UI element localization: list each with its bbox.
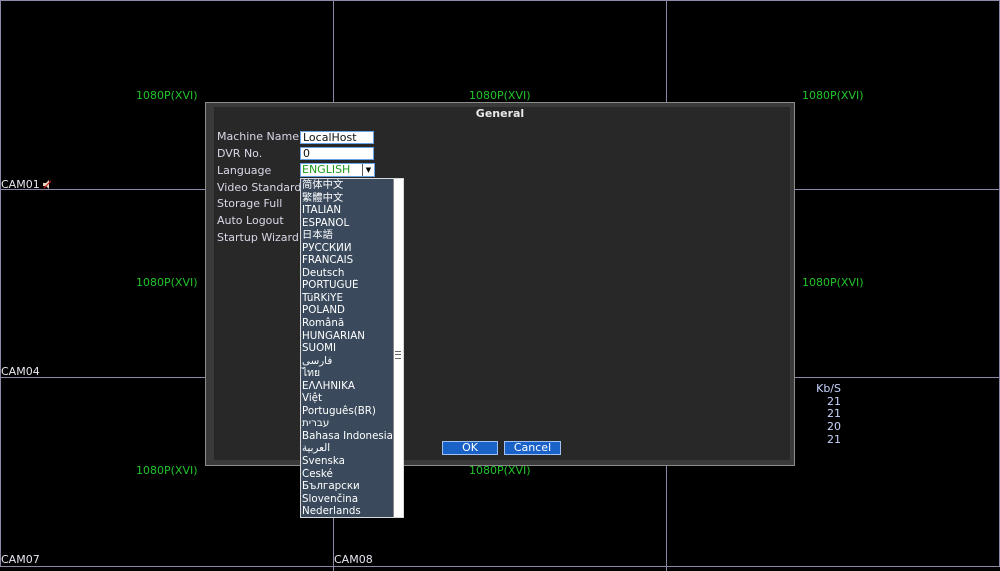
channel-resolution: 1080P(XVI) — [469, 89, 531, 102]
language-option[interactable]: ΕΛΛΗΝΙΚΑ — [301, 380, 394, 393]
language-selected-value: ENGLISH — [302, 163, 351, 176]
machine-name-label: Machine Name — [217, 130, 299, 143]
language-option[interactable]: 简体中文 — [301, 179, 394, 192]
camera-label-cam07: CAM07 — [1, 553, 40, 566]
language-dropdown[interactable]: 简体中文 繁體中文 ITALIAN ESPAÑOL 日本語 РУССКИЙ FRANCAIS… — [300, 178, 404, 518]
general-dialog: General — [205, 102, 795, 466]
dialog-title: General — [475, 107, 525, 120]
language-option[interactable]: České — [301, 468, 394, 481]
bitrate-panel: Kb/S 21 21 20 21 — [816, 382, 841, 447]
language-option[interactable]: Română — [301, 317, 394, 330]
bitrate-header: Kb/S — [816, 382, 841, 395]
camera-label-cam04: CAM04 — [1, 365, 40, 378]
language-option[interactable]: POLAND — [301, 304, 394, 317]
storage-full-label: Storage Full — [217, 197, 283, 210]
language-option[interactable]: Slovenčina — [301, 493, 394, 506]
language-option[interactable]: TüRKiYE — [301, 292, 394, 305]
machine-name-input[interactable]: LocalHost — [300, 131, 374, 144]
language-option[interactable]: Việt — [301, 392, 394, 405]
video-standard-label: Video Standard — [217, 181, 302, 194]
ok-button[interactable]: OK — [442, 441, 498, 455]
channel-resolution: 1080P(XVI) — [802, 89, 864, 102]
language-option[interactable]: ไทย — [301, 367, 394, 380]
language-option[interactable]: Nederlands — [301, 505, 394, 518]
language-option[interactable]: العربية — [301, 442, 394, 455]
language-select[interactable]: ENGLISH ▼ — [300, 163, 375, 177]
language-option[interactable]: HUNGARIAN — [301, 330, 394, 343]
language-option[interactable]: FRANCAIS — [301, 254, 394, 267]
chevron-down-icon[interactable]: ▼ — [362, 164, 374, 176]
language-option[interactable]: РУССКИЙ — [301, 242, 394, 255]
language-option[interactable]: PORTUGUÊ — [301, 279, 394, 292]
dropdown-scrollbar[interactable] — [393, 179, 403, 517]
language-option[interactable]: Български — [301, 480, 394, 493]
cancel-button[interactable]: Cancel — [504, 441, 561, 455]
language-option[interactable]: 繁體中文 — [301, 192, 394, 205]
mute-audio-icon — [42, 180, 52, 189]
channel-resolution: 1080P(XVI) — [136, 89, 198, 102]
language-option[interactable]: Deutsch — [301, 267, 394, 280]
language-option[interactable]: עברית — [301, 417, 394, 430]
scrollbar-thumb[interactable] — [395, 351, 401, 359]
language-options-list: 简体中文 繁體中文 ITALIAN ESPAÑOL 日本語 РУССКИЙ FRANCAIS… — [301, 179, 394, 518]
camera-name: CAM01 — [1, 178, 40, 191]
dvr-no-label: DVR No. — [217, 147, 263, 160]
camera-label-cam01: CAM01 — [1, 178, 52, 191]
language-option[interactable]: ITALIAN — [301, 204, 394, 217]
channel-resolution: 1080P(XVI) — [136, 276, 198, 289]
bitrate-value: 20 — [827, 420, 841, 434]
camera-label-cam08: CAM08 — [334, 553, 373, 566]
language-option[interactable]: فارسی — [301, 355, 394, 368]
language-label: Language — [217, 164, 272, 177]
language-option[interactable]: Português(BR) — [301, 405, 394, 418]
dvr-no-input[interactable]: 0 — [300, 147, 374, 160]
channel-resolution: 1080P(XVI) — [802, 276, 864, 289]
startup-wizard-label: Startup Wizard — [217, 231, 299, 244]
channel-resolution: 1080P(XVI) — [136, 464, 198, 477]
language-option[interactable]: 日本語 — [301, 229, 394, 242]
language-option[interactable]: ESPAÑOL — [301, 217, 394, 230]
bitrate-value: 21 — [827, 432, 841, 446]
language-option[interactable]: Bahasa Indonesia — [301, 430, 394, 443]
language-option[interactable]: Svenska — [301, 455, 394, 468]
language-option[interactable]: SUOMI — [301, 342, 394, 355]
auto-logout-label: Auto Logout — [217, 214, 284, 227]
